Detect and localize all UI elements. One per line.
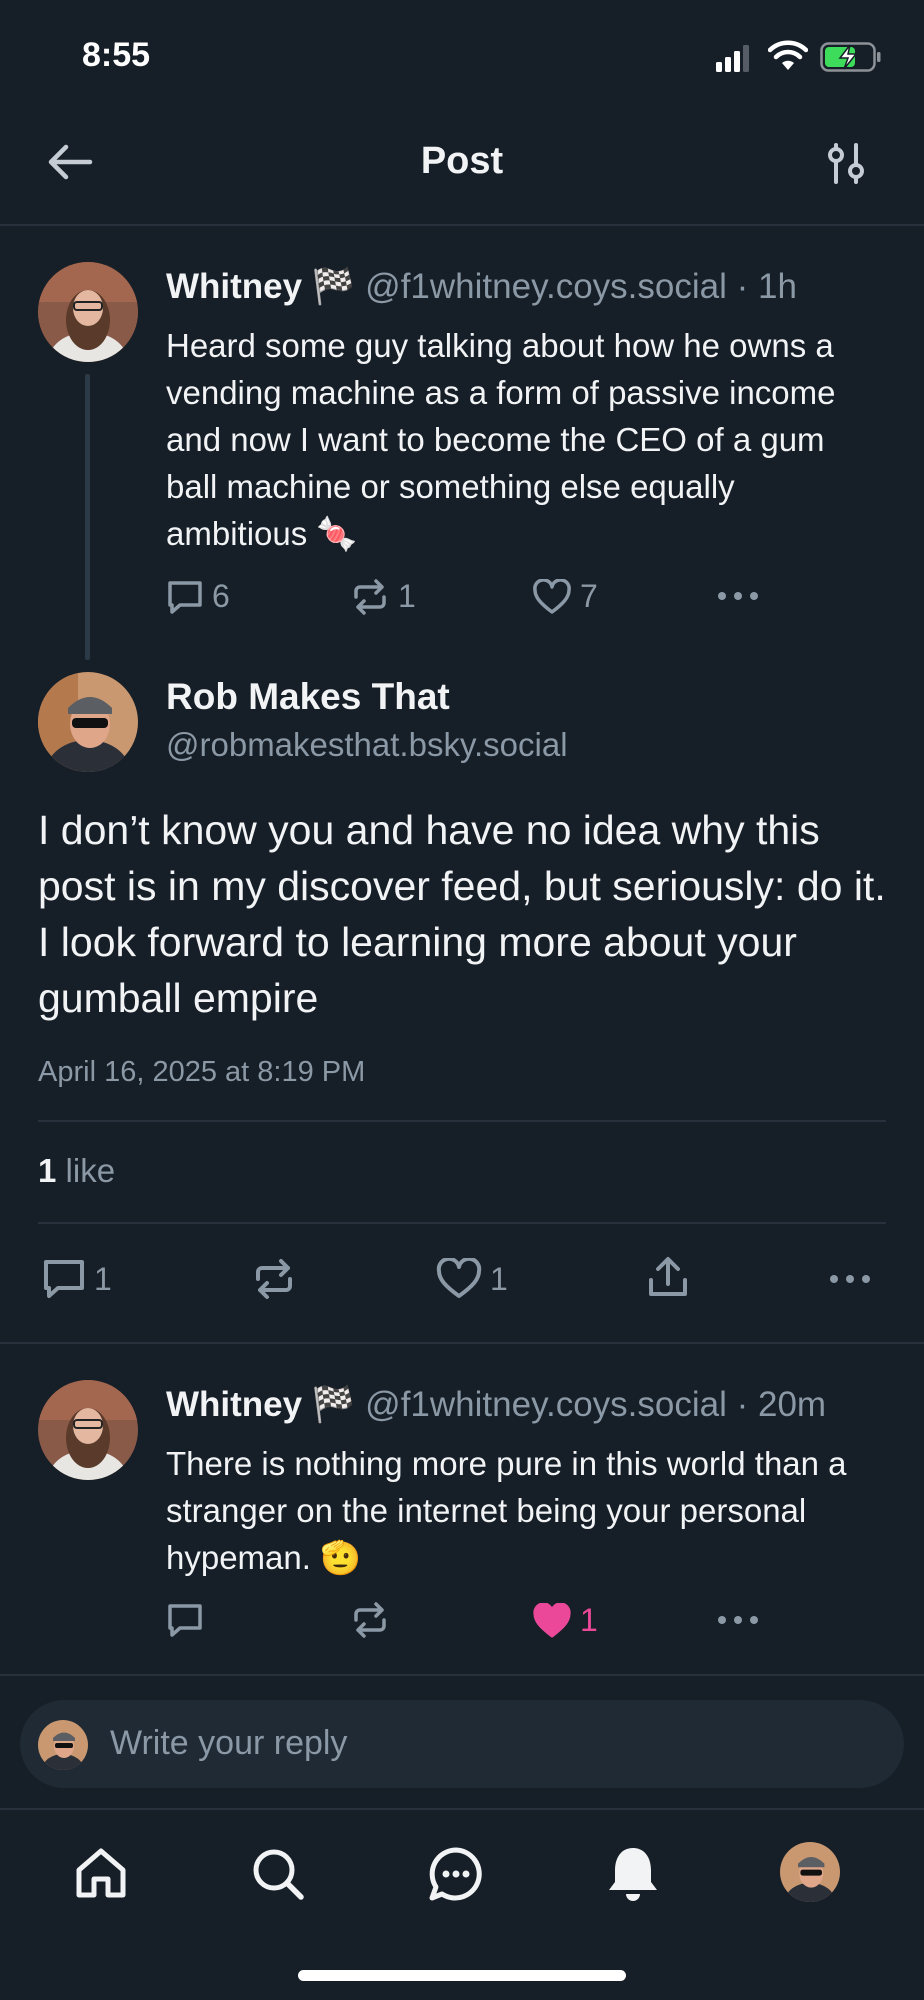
home-indicator xyxy=(298,1970,626,1981)
thread-settings-button[interactable] xyxy=(826,142,866,184)
author-name[interactable]: Rob Makes That xyxy=(166,676,450,718)
reply-divider xyxy=(0,1674,924,1676)
repost-button[interactable]: 1 xyxy=(350,578,416,615)
comment-icon xyxy=(168,580,202,614)
heart-icon xyxy=(436,1258,482,1298)
sliders-icon xyxy=(828,143,864,184)
share-icon xyxy=(649,1257,687,1296)
nav-profile[interactable] xyxy=(780,1842,840,1902)
flag-emoji: 🏁 xyxy=(311,267,356,306)
stats-divider-bottom xyxy=(38,1222,886,1224)
reply-button[interactable] xyxy=(166,1602,204,1638)
like-button[interactable]: 1 xyxy=(532,1602,598,1639)
reply-count: 1 xyxy=(94,1260,112,1297)
nav-home[interactable] xyxy=(74,1846,128,1900)
share-button[interactable] xyxy=(646,1256,690,1300)
repost-button[interactable] xyxy=(252,1258,296,1300)
ellipsis-icon xyxy=(830,1275,870,1283)
more-options-button[interactable] xyxy=(716,1614,760,1626)
author-handle[interactable]: @f1whitney.coys.social xyxy=(365,267,727,306)
nav-notifications[interactable] xyxy=(606,1844,660,1902)
comment-icon xyxy=(44,1260,84,1298)
repost-icon xyxy=(256,1259,292,1299)
reply-post-header: Whitney 🏁 @f1whitney.coys.social · 20m xyxy=(166,1384,826,1425)
post-text: I don’t know you and have no idea why th… xyxy=(38,807,886,1021)
reply-button[interactable]: 1 xyxy=(42,1258,112,1300)
likes-summary-count: 1 xyxy=(38,1152,57,1189)
nav-chat[interactable] xyxy=(428,1846,484,1902)
comment-icon xyxy=(168,1604,202,1637)
home-icon xyxy=(76,1848,126,1898)
repost-icon xyxy=(354,578,386,615)
bell-icon xyxy=(609,1848,657,1901)
avatar xyxy=(38,1720,88,1770)
post-time: · 20m xyxy=(736,1385,827,1424)
post-text: There is nothing more pure in this world… xyxy=(166,1445,847,1576)
heart-icon xyxy=(533,578,571,614)
repost-icon xyxy=(354,1602,386,1638)
flag-emoji: 🏁 xyxy=(311,1385,356,1424)
like-button[interactable]: 1 xyxy=(436,1258,508,1300)
avatar[interactable] xyxy=(38,672,138,772)
ellipsis-icon xyxy=(718,1616,758,1624)
reply-input[interactable]: Write your reply xyxy=(110,1724,347,1763)
page-title: Post xyxy=(420,140,504,182)
parent-post-header: Whitney 🏁 @f1whitney.coys.social · 1h xyxy=(166,266,797,307)
reply-count: 6 xyxy=(212,578,230,614)
nav-search[interactable] xyxy=(250,1846,306,1902)
header-divider xyxy=(0,224,924,226)
like-count: 1 xyxy=(490,1260,508,1297)
reply-button[interactable]: 6 xyxy=(166,578,230,615)
post-time: · 1h xyxy=(736,267,797,306)
avatar[interactable] xyxy=(38,1380,138,1480)
author-name[interactable]: Whitney xyxy=(166,1385,302,1424)
likes-summary[interactable]: 1 like xyxy=(38,1152,115,1190)
post-text: Heard some guy talking about how he owns… xyxy=(166,327,836,552)
signal-icon xyxy=(716,44,752,72)
author-name[interactable]: Whitney xyxy=(166,267,302,306)
search-icon xyxy=(253,1849,304,1900)
composer-divider xyxy=(0,1808,924,1810)
avatar[interactable] xyxy=(38,262,138,362)
like-count: 7 xyxy=(580,578,598,614)
like-count: 1 xyxy=(580,1602,598,1638)
repost-button[interactable] xyxy=(350,1602,390,1638)
author-handle[interactable]: @f1whitney.coys.social xyxy=(365,1385,727,1424)
main-post-divider xyxy=(0,1342,924,1344)
wifi-icon xyxy=(768,40,808,72)
post-timestamp: April 16, 2025 at 8:19 PM xyxy=(38,1056,366,1088)
like-button[interactable]: 7 xyxy=(532,578,598,615)
more-options-button[interactable] xyxy=(716,590,760,602)
more-options-button[interactable] xyxy=(828,1273,872,1285)
heart-filled-icon xyxy=(533,1602,571,1637)
battery-icon xyxy=(820,42,882,72)
stats-divider-top xyxy=(38,1120,886,1122)
repost-count: 1 xyxy=(398,578,416,614)
author-handle[interactable]: @robmakesthat.bsky.social xyxy=(166,726,568,764)
chat-icon xyxy=(429,1847,482,1901)
ellipsis-icon xyxy=(718,592,758,600)
reply-composer[interactable]: Write your reply xyxy=(20,1700,904,1788)
likes-summary-label: like xyxy=(65,1152,116,1189)
thread-line xyxy=(85,374,90,660)
status-time: 8:55 xyxy=(82,36,151,74)
profile-avatar xyxy=(780,1842,840,1902)
